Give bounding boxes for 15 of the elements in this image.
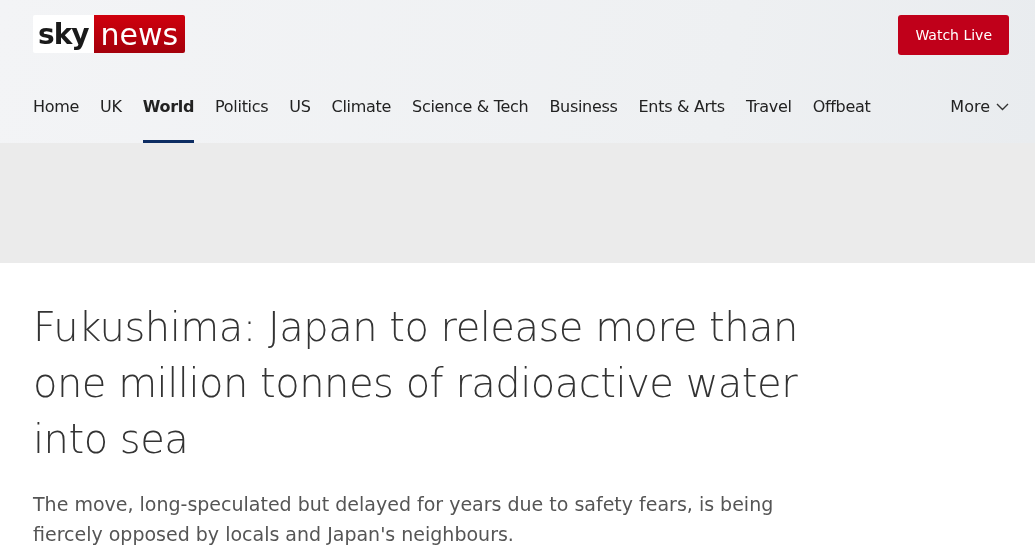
nav-tab[interactable]: Politics bbox=[215, 70, 269, 143]
watch-live-button[interactable]: Watch Live bbox=[898, 15, 1009, 55]
nav-tab[interactable]: Ents & Arts bbox=[638, 70, 725, 143]
nav-tab[interactable]: UK bbox=[100, 70, 122, 143]
nav-tab[interactable]: Climate bbox=[331, 70, 392, 143]
nav-tab[interactable]: Science & Tech bbox=[412, 70, 529, 143]
headline: Fukushima: Japan to release more than one million tonnes of radioactive water into sea bbox=[33, 303, 799, 464]
summary: The move, long-speculated but delayed for years due to safety fears, is being fiercely opposed by locals and Japan's neighbours. bbox=[33, 492, 775, 547]
nav-tab[interactable]: Travel bbox=[745, 70, 792, 143]
nav-tab[interactable]: Business bbox=[549, 70, 618, 143]
more-menu[interactable]: More bbox=[950, 70, 1009, 143]
chevron-down-icon bbox=[996, 102, 1009, 111]
nav-tab[interactable]: Home bbox=[33, 70, 80, 143]
nav-tab[interactable]: Offbeat bbox=[812, 70, 871, 143]
nav-tab[interactable]: US bbox=[289, 70, 311, 143]
